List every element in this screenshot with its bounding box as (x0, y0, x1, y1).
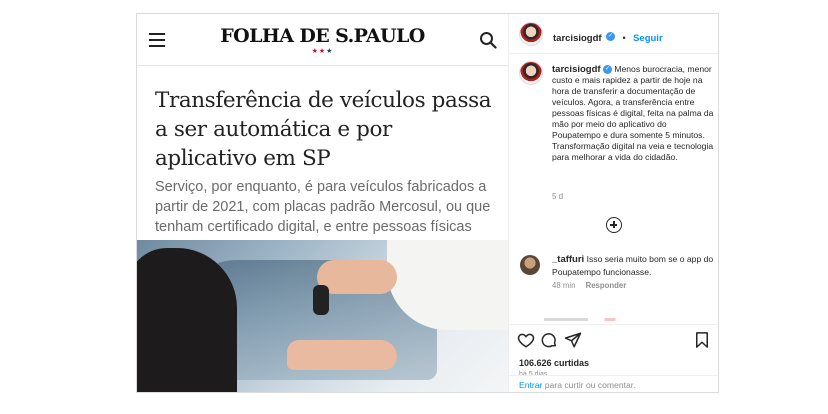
caption-username[interactable]: tarcisiogdf (552, 64, 601, 75)
instagram-post: FOLHA DE S.PAULO ★★★ Transferência de ve… (136, 13, 719, 393)
plus-circle-icon[interactable] (606, 217, 622, 233)
article-photo (137, 240, 508, 392)
post-image: FOLHA DE S.PAULO ★★★ Transferência de ve… (137, 14, 508, 392)
search-icon (480, 32, 497, 49)
post-sidebar: tarcisiogdf ✓ • Seguir tarcisiogdf ✓ Men… (508, 14, 718, 392)
separator-dot: • (622, 33, 626, 43)
article-subhead: Serviço, por enquanto, é para veículos f… (155, 179, 491, 235)
bookmark-icon[interactable] (693, 331, 711, 349)
login-prompt-text: para curtir ou comentar. (542, 380, 636, 390)
caption-timestamp: 5 d (552, 192, 564, 201)
reply-button[interactable]: Responder (586, 281, 627, 290)
likes-count[interactable]: 106.626 curtidas (519, 358, 589, 368)
verified-icon: ✓ (606, 32, 616, 42)
commenter-username[interactable]: _taffuri (552, 254, 584, 265)
comment-timestamp: 48 min (552, 281, 576, 290)
car-key-icon (313, 285, 329, 315)
comment-icon[interactable] (540, 331, 558, 349)
caption-author-avatar[interactable] (519, 61, 543, 85)
author-avatar[interactable] (519, 22, 543, 46)
masthead-stars: ★★★ (311, 48, 334, 55)
article-headline: Transferência de veículos passa a ser au… (155, 88, 492, 171)
verified-icon: ✓ (602, 65, 612, 75)
post-header: tarcisiogdf ✓ • Seguir (509, 14, 718, 54)
commenter-avatar[interactable] (520, 255, 540, 275)
author-username[interactable]: tarcisiogdf (553, 33, 602, 44)
newspaper-header: FOLHA DE S.PAULO ★★★ (137, 14, 508, 66)
caption-text: Menos burocracia, menor custo e mais rap… (552, 64, 714, 162)
share-icon[interactable] (564, 331, 582, 349)
next-comment-preview (544, 318, 654, 321)
follow-button[interactable]: Seguir (633, 33, 663, 44)
newspaper-masthead: FOLHA DE S.PAULO (220, 25, 425, 47)
heart-icon[interactable] (517, 331, 535, 349)
login-prompt: Entrar para curtir ou comentar. (509, 375, 718, 392)
login-link[interactable]: Entrar (519, 380, 542, 390)
